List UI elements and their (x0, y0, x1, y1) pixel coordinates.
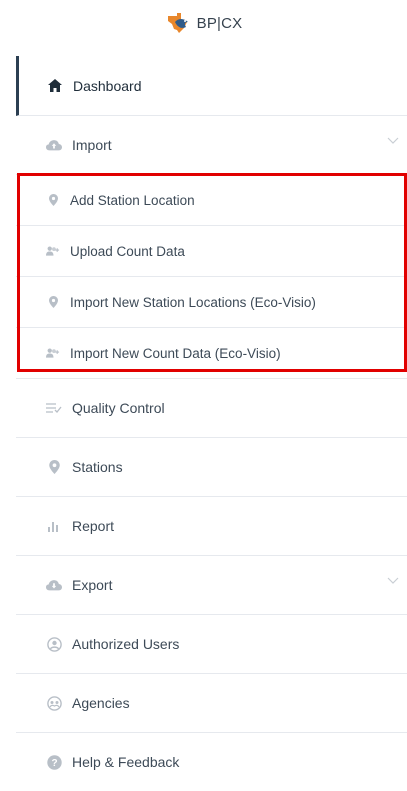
sidebar-item-label: Import (72, 137, 112, 153)
submenu-item-import-count-data-eco-visio[interactable]: Import New Count Data (Eco-Visio) (16, 328, 407, 379)
svg-text:?: ? (51, 758, 57, 769)
sidebar-item-label: Dashboard (73, 77, 142, 94)
chevron-down-icon[interactable] (387, 577, 399, 584)
sidebar-item-label: Export (72, 577, 113, 593)
submenu-item-label: Import New Station Locations (Eco-Visio) (70, 294, 316, 310)
user-circle-icon (46, 636, 62, 652)
sidebar-item-report[interactable]: Report (16, 497, 407, 556)
sidebar-item-label: Stations (72, 459, 123, 475)
home-icon (47, 78, 63, 94)
cloud-download-icon (46, 577, 62, 593)
bar-chart-icon (46, 518, 62, 534)
sidebar-item-label: Agencies (72, 695, 130, 711)
list-check-icon (46, 400, 62, 416)
users-add-icon (46, 244, 60, 258)
submenu-item-upload-count-data[interactable]: Upload Count Data (16, 226, 407, 277)
map-pin-icon (46, 295, 60, 309)
brand-header: BP|CX (0, 0, 407, 46)
brand-name: BP|CX (196, 14, 243, 32)
submenu-item-import-station-locations-eco-visio[interactable]: Import New Station Locations (Eco-Visio) (16, 277, 407, 328)
help-circle-icon: ? (46, 754, 62, 770)
sidebar-item-label: Authorized Users (72, 636, 180, 652)
map-pin-icon (46, 459, 62, 475)
sidebar-item-label: Help & Feedback (72, 754, 180, 770)
cloud-upload-icon (46, 137, 62, 153)
sidebar-item-quality-control[interactable]: Quality Control (16, 379, 407, 438)
map-pin-icon (46, 193, 60, 207)
sidebar-nav: Dashboard Import Add Station Location Up… (16, 56, 407, 791)
sidebar-item-label: Report (72, 518, 115, 534)
submenu-item-label: Add Station Location (70, 192, 195, 208)
submenu-item-label: Upload Count Data (70, 243, 185, 259)
sidebar-item-export[interactable]: Export (16, 556, 407, 615)
sidebar-item-dashboard[interactable]: Dashboard (16, 56, 407, 116)
submenu-item-label: Import New Count Data (Eco-Visio) (70, 345, 281, 361)
submenu-item-add-station-location[interactable]: Add Station Location (16, 175, 407, 226)
sidebar-item-label: Quality Control (72, 400, 165, 416)
sidebar-item-agencies[interactable]: Agencies (16, 674, 407, 733)
texas-bird-logo-icon (165, 10, 191, 36)
chevron-down-icon[interactable] (387, 137, 399, 144)
sidebar-item-authorized-users[interactable]: Authorized Users (16, 615, 407, 674)
sidebar-item-help-feedback[interactable]: ? Help & Feedback (16, 733, 407, 791)
sidebar-item-import[interactable]: Import (16, 116, 407, 175)
users-add-icon (46, 346, 60, 360)
agencies-icon (46, 695, 62, 711)
sidebar-item-stations[interactable]: Stations (16, 438, 407, 497)
import-submenu: Add Station Location Upload Count Data I… (16, 175, 407, 379)
